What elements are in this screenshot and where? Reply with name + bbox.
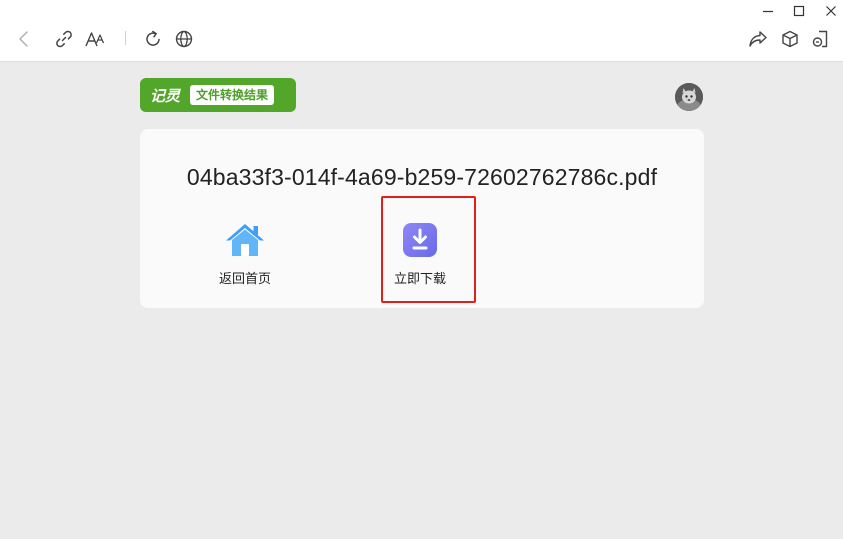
close-icon[interactable] xyxy=(822,3,840,19)
converted-filename: 04ba33f3-014f-4a69-b259-72602762786c.pdf xyxy=(186,164,658,190)
extension-icon[interactable] xyxy=(810,28,832,50)
home-icon xyxy=(224,222,266,262)
back-icon[interactable] xyxy=(13,28,35,50)
return-home-button[interactable]: 返回首页 xyxy=(208,222,282,287)
minimize-icon[interactable] xyxy=(759,3,777,19)
link-icon[interactable] xyxy=(53,28,75,50)
globe-icon[interactable] xyxy=(173,28,195,50)
refresh-icon[interactable] xyxy=(142,28,164,50)
return-home-label: 返回首页 xyxy=(218,272,271,287)
brand-header: 记灵 文件转换结果 xyxy=(140,78,296,112)
brand-logo[interactable]: 记灵 xyxy=(150,85,180,106)
share-icon[interactable] xyxy=(747,28,769,50)
download-icon xyxy=(402,222,438,262)
download-now-button[interactable]: 立即下载 xyxy=(385,222,455,287)
browser-toolbar xyxy=(0,0,843,62)
toolbar-divider xyxy=(125,31,126,45)
cube-icon[interactable] xyxy=(779,28,801,50)
browser-window: 记灵 文件转换结果 04ba33f3-014f-4a69-b259-726027… xyxy=(0,0,843,539)
maximize-icon[interactable] xyxy=(790,3,808,19)
user-avatar[interactable] xyxy=(675,83,703,111)
page-title-badge: 文件转换结果 xyxy=(190,85,275,105)
download-now-label: 立即下载 xyxy=(393,272,446,287)
font-size-icon[interactable] xyxy=(84,28,106,50)
